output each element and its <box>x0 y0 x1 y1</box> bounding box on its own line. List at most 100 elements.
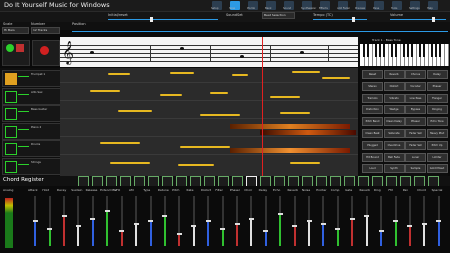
piano-keyboard[interactable] <box>360 44 449 66</box>
play-icon[interactable] <box>6 44 14 52</box>
note-block[interactable] <box>100 142 140 144</box>
fader-knob[interactable] <box>90 217 96 220</box>
effect-button[interactable]: Hit Bound <box>362 152 383 162</box>
instrument-icon[interactable] <box>5 90 17 103</box>
effect-button[interactable]: Bypass <box>405 105 426 115</box>
black-key[interactable] <box>374 44 377 57</box>
playhead[interactable] <box>262 37 263 176</box>
fader-knob[interactable] <box>306 220 312 222</box>
instrument-icon[interactable] <box>5 160 17 173</box>
note-block[interactable] <box>292 71 320 73</box>
fader-knob[interactable] <box>61 215 67 217</box>
effect-button[interactable]: Synth <box>383 164 405 174</box>
fader-knob[interactable] <box>277 212 283 215</box>
effect-button[interactable]: Ringing <box>426 105 448 115</box>
effect-button[interactable]: Echo Tone <box>426 117 448 127</box>
effect-button[interactable]: Fader Set <box>405 129 426 138</box>
fader-knob[interactable] <box>263 230 269 232</box>
instrument-slider[interactable] <box>108 19 218 20</box>
effect-button[interactable]: Saturate <box>383 129 405 138</box>
black-key[interactable] <box>438 44 441 57</box>
black-key[interactable] <box>430 44 433 57</box>
fader-knob[interactable] <box>176 232 182 235</box>
black-key[interactable] <box>418 44 421 57</box>
track-row[interactable]: Strings <box>2 157 62 175</box>
black-key[interactable] <box>378 44 381 57</box>
note-block[interactable] <box>180 146 230 148</box>
note-block[interactable] <box>230 148 350 153</box>
note-block[interactable] <box>260 130 356 135</box>
fader-knob[interactable] <box>320 222 326 225</box>
fader-knob[interactable] <box>162 215 168 217</box>
effect-button[interactable]: Lunar <box>405 152 426 162</box>
fader-knob[interactable] <box>104 210 110 212</box>
fader-knob[interactable] <box>421 222 427 225</box>
effect-button[interactable]: Low Pass <box>405 93 426 103</box>
instrument-icon[interactable] <box>5 73 17 85</box>
note-block[interactable] <box>230 124 350 129</box>
fader-knob[interactable] <box>32 220 38 222</box>
fader-knob[interactable] <box>191 225 197 227</box>
track-row[interactable]: Trumpet 1 <box>2 70 62 87</box>
note-block[interactable] <box>280 112 310 114</box>
piano-roll[interactable] <box>60 68 358 176</box>
black-key[interactable] <box>382 44 385 57</box>
fader-knob[interactable] <box>292 225 298 227</box>
effect-button[interactable]: Pitch Bend <box>362 117 383 127</box>
note-block[interactable] <box>160 94 182 96</box>
note-block[interactable] <box>90 90 120 92</box>
note-block[interactable] <box>270 96 300 98</box>
effect-button[interactable]: Gold Mixed <box>426 164 448 174</box>
white-key[interactable] <box>444 44 449 66</box>
black-key[interactable] <box>410 44 413 57</box>
fader-knob[interactable] <box>335 227 341 230</box>
effect-button[interactable]: Clean Beat <box>362 129 383 138</box>
effect-button[interactable]: Reverb <box>383 70 405 79</box>
effect-button[interactable]: Phaser <box>405 117 426 127</box>
effect-button[interactable]: Vibrato <box>383 93 405 103</box>
note-block[interactable] <box>170 72 194 74</box>
effect-button[interactable]: Pitch Up <box>426 140 448 150</box>
effect-button[interactable]: Loud <box>362 164 383 174</box>
fader-knob[interactable] <box>148 220 154 222</box>
effect-button[interactable]: Phaser <box>426 81 448 91</box>
effect-button[interactable]: Overdrive <box>383 140 405 150</box>
black-key[interactable] <box>402 44 405 57</box>
fader-knob[interactable] <box>220 227 226 230</box>
volume-slider[interactable] <box>390 19 446 20</box>
fader-knob[interactable] <box>47 227 53 230</box>
effect-button[interactable]: Wedge <box>383 105 405 115</box>
track-row[interactable]: Bass Guitar <box>2 105 62 122</box>
note-block[interactable] <box>210 92 228 94</box>
effect-button[interactable]: Sample <box>405 164 426 174</box>
number-select[interactable]: 12 Tracks <box>31 27 60 34</box>
fader-knob[interactable] <box>119 230 125 232</box>
fader-knob[interactable] <box>393 220 399 222</box>
black-key[interactable] <box>394 44 397 57</box>
effect-button[interactable]: Distort <box>383 81 405 91</box>
effect-button[interactable]: Vocoder <box>405 81 426 91</box>
position-slider[interactable] <box>72 31 448 32</box>
track-row[interactable]: Drums <box>2 140 62 157</box>
record-icon[interactable] <box>40 46 49 55</box>
note-block[interactable] <box>200 114 240 116</box>
effect-button[interactable]: Delay <box>426 70 448 79</box>
fader-knob[interactable] <box>436 220 442 222</box>
fader-knob[interactable] <box>349 217 355 220</box>
effect-button[interactable]: Reset <box>362 70 383 79</box>
fader-knob[interactable] <box>133 222 139 225</box>
instrument-icon[interactable] <box>5 143 17 155</box>
music-staff[interactable]: 𝄞 <box>60 37 358 67</box>
black-key[interactable] <box>362 44 365 57</box>
fader-knob[interactable] <box>205 220 211 222</box>
black-key[interactable] <box>434 44 437 57</box>
effect-button[interactable]: Tremolo <box>362 93 383 103</box>
note-block[interactable] <box>322 77 350 79</box>
black-key[interactable] <box>390 44 393 57</box>
black-key[interactable] <box>406 44 409 57</box>
stop-icon[interactable] <box>16 44 24 52</box>
note-block[interactable] <box>110 162 150 164</box>
note-block[interactable] <box>178 164 214 166</box>
fader-knob[interactable] <box>75 225 81 227</box>
note-block[interactable] <box>290 162 320 164</box>
